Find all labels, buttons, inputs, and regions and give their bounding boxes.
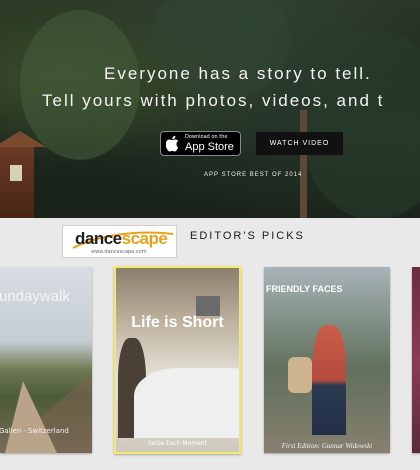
apple-icon — [166, 135, 179, 152]
hero-subtitle: Tell yours with photos, videos, and t — [42, 91, 385, 110]
app-store-button[interactable]: Download on the App Store — [160, 131, 241, 156]
backpack — [288, 357, 312, 393]
tree-foliage — [150, 0, 290, 100]
house-window — [10, 165, 22, 181]
watch-video-button[interactable]: WATCH VIDEO — [256, 132, 343, 155]
story-card-caption: First Edition: Gunnar Widowski — [281, 442, 373, 450]
dancescape-logo[interactable]: dancescape www.dancescape.com — [62, 225, 177, 258]
hospital-bed — [134, 368, 239, 438]
story-card-title: FRIENDLY FACES — [266, 284, 343, 294]
bridge-path — [5, 381, 57, 453]
story-card[interactable]: FRIENDLY FACES First Edition: Gunnar Wid… — [264, 267, 390, 453]
logo-word-main: dance — [75, 229, 122, 248]
story-card-title: undaywalk — [0, 288, 70, 305]
hospital-monitor — [196, 296, 220, 316]
app-store-best-label: APP STORE BEST OF 2014 — [204, 172, 303, 178]
hero-banner: Everyone has a story to tell. Tell yours… — [0, 0, 420, 218]
editors-picks-title: EDITOR'S PICKS — [190, 230, 305, 242]
logo-url: www.dancescape.com — [91, 249, 147, 255]
hero-title: Everyone has a story to tell. — [104, 64, 372, 83]
house-image — [0, 131, 46, 218]
app-store-small-label: Download on the — [185, 134, 228, 140]
story-card-title: Life is Short — [131, 314, 224, 331]
logo-word-accent: scape — [121, 229, 168, 248]
app-store-label: App Store — [185, 141, 234, 153]
logo-wordmark: dancescape — [75, 229, 168, 249]
tree-trunk — [300, 110, 307, 218]
story-card-featured[interactable]: Life is Short Seize Each Moment — [114, 266, 241, 454]
story-card-partial[interactable] — [412, 267, 420, 453]
tree-foliage — [300, 30, 420, 218]
story-card-caption: Gallen · Switzerland — [0, 427, 69, 435]
hiker-figure — [312, 325, 346, 435]
story-card[interactable]: undaywalk Gallen · Switzerland — [0, 267, 92, 453]
story-card-caption: Seize Each Moment — [148, 440, 207, 447]
